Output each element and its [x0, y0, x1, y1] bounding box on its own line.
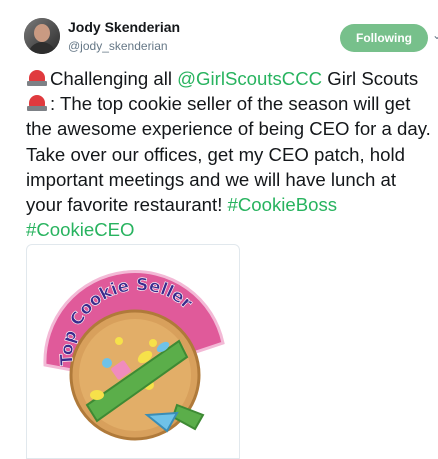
tweet-media-image[interactable]: Top Cookie Seller — [26, 244, 240, 459]
tweet-text-part-1: Challenging all — [50, 68, 178, 89]
hashtag-cookieboss[interactable]: #CookieBoss — [228, 194, 338, 215]
tweet-header: Jody Skenderian @jody_skenderian Followi… — [18, 10, 438, 66]
user-handle[interactable]: @jody_skenderian — [68, 38, 180, 54]
police-light-emoji-icon — [26, 69, 48, 86]
author-info[interactable]: Jody Skenderian @jody_skenderian — [68, 18, 180, 54]
police-light-emoji-icon — [26, 94, 48, 112]
tweet-text: Challenging all @GirlScoutsCCC Girl Scou… — [26, 66, 436, 242]
mention-link[interactable]: @GirlScoutsCCC — [177, 68, 322, 89]
top-cookie-seller-patch-image: Top Cookie Seller — [43, 270, 225, 441]
display-name[interactable]: Jody Skenderian — [68, 18, 180, 36]
tweet-text-part-2: Girl Scouts — [322, 68, 419, 89]
avatar[interactable] — [24, 18, 60, 54]
chevron-down-icon[interactable]: ⌄ — [432, 28, 438, 42]
hashtag-cookieceo[interactable]: #CookieCEO — [26, 219, 135, 240]
following-button[interactable]: Following — [340, 24, 428, 52]
